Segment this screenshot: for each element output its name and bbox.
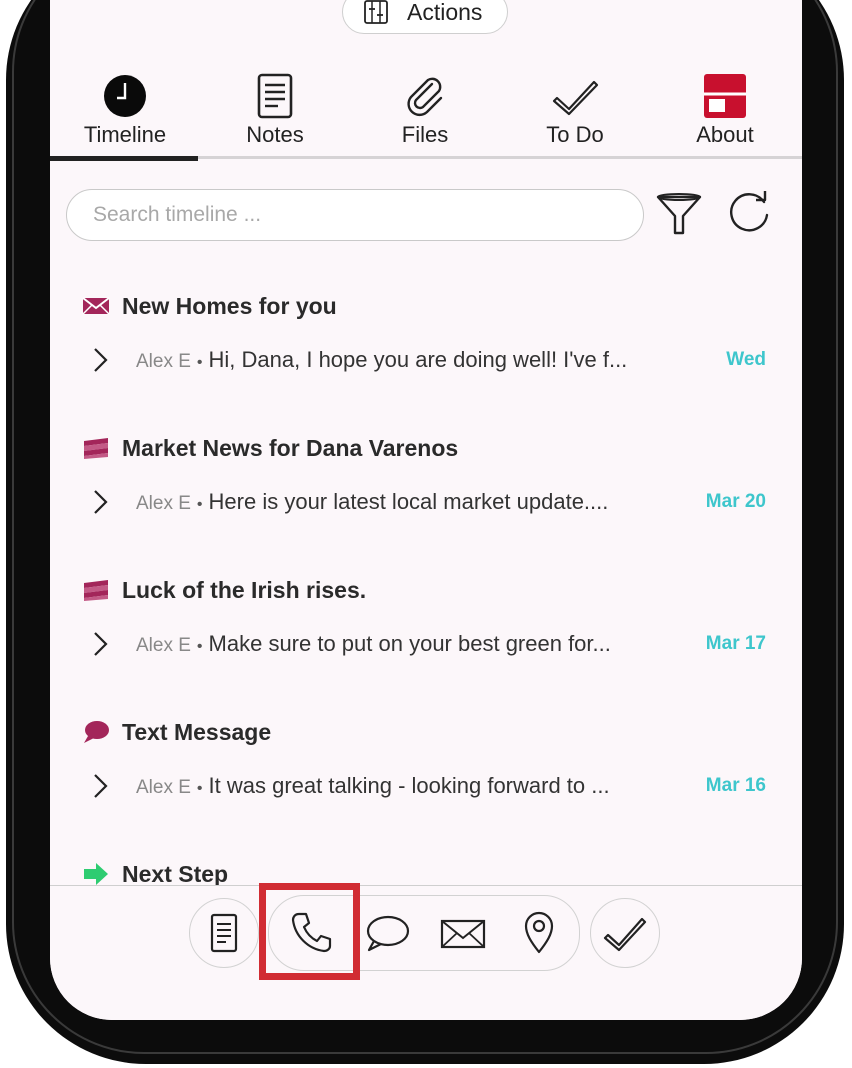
timeline-item[interactable]: Luck of the Irish rises. Alex E • Make sur… [50,577,802,707]
item-sender: Alex E [136,493,191,514]
item-title: Luck of the Irish rises. [122,577,367,603]
tab-bar: Timeline Notes Files To Do About [50,72,802,162]
chevron-right-icon[interactable] [90,345,110,375]
note-button[interactable] [189,898,259,968]
separator-dot: • [196,780,203,797]
separator-dot: • [196,638,203,655]
item-message: It was great talking - looking forward t… [208,773,610,798]
refresh-icon[interactable] [724,190,774,240]
phone-button-highlight [259,883,360,980]
checkmark-icon [552,80,599,116]
separator-dot: • [196,354,203,371]
chevron-right-icon[interactable] [90,629,110,659]
location-pin-icon[interactable] [513,906,565,958]
tab-notes[interactable]: Notes [200,72,350,162]
speech-bubble-icon [84,721,109,743]
bottom-action-bar [50,886,802,1020]
search-timeline-input[interactable] [66,189,644,241]
tab-label: About [696,122,754,147]
item-preview: Alex E • Here is your latest local market … [136,487,696,517]
chevron-right-icon[interactable] [90,487,110,517]
tab-files[interactable]: Files [350,72,500,162]
tab-label: Files [401,122,449,147]
sliders-icon [364,0,388,24]
chat-bubble-icon[interactable] [361,908,413,960]
item-message: Here is your latest local market update.… [208,489,609,514]
chevron-right-icon[interactable] [90,771,110,801]
item-preview: Alex E • Hi, Dana, I hope you are doing we… [136,345,696,375]
item-title: Text Message [122,719,272,745]
timeline-item[interactable]: New Homes for you Alex E • Hi, Dana, I hop… [50,293,802,423]
note-icon [210,913,238,953]
tab-timeline[interactable]: Timeline [50,72,200,162]
item-title: Market News for Dana Varenos [122,435,459,461]
tab-todo[interactable]: To Do [500,72,650,162]
item-sender: Alex E [136,635,191,656]
item-title: Next Step [122,861,229,887]
filter-icon[interactable] [654,190,704,240]
newsletter-icon [84,438,108,459]
active-tab-indicator [50,156,198,161]
checkmark-icon [603,917,647,952]
item-preview: Alex E • It was great talking - looking fo… [136,771,696,801]
tab-label: Notes [246,122,304,147]
tab-label: To Do [546,122,604,147]
item-date: Mar 20 [705,491,766,512]
timeline-item[interactable]: Text Message Alex E • It was great talking… [50,719,802,849]
notes-icon [257,73,293,119]
item-preview: Alex E • Make sure to put on your best gre… [136,629,696,659]
item-sender: Alex E [136,351,191,372]
arrow-right-icon [84,863,108,885]
item-sender: Alex E [136,777,191,798]
todo-button[interactable] [590,898,660,968]
item-date: Mar 16 [705,775,766,796]
envelope-icon [82,297,110,315]
envelope-icon[interactable] [437,908,489,960]
paperclip-icon [407,77,443,117]
item-date: Mar 17 [705,633,766,654]
item-message: Hi, Dana, I hope you are doing well! I'v… [208,347,628,372]
app-screen: Actions Timeline Notes Files To Do About… [50,0,802,1020]
timeline-item[interactable]: Market News for Dana Varenos Alex E • Here… [50,435,802,565]
tab-label: Timeline [83,122,167,147]
actions-label: Actions [407,0,483,25]
item-title: New Homes for you [122,293,337,319]
separator-dot: • [196,496,203,513]
tab-about[interactable]: About [650,72,800,162]
newsletter-icon [84,580,108,601]
item-date: Wed [726,349,766,370]
item-message: Make sure to put on your best green for.… [208,631,611,656]
about-card-icon [704,74,746,118]
clock-icon [104,75,146,117]
actions-button[interactable]: Actions [342,0,508,34]
